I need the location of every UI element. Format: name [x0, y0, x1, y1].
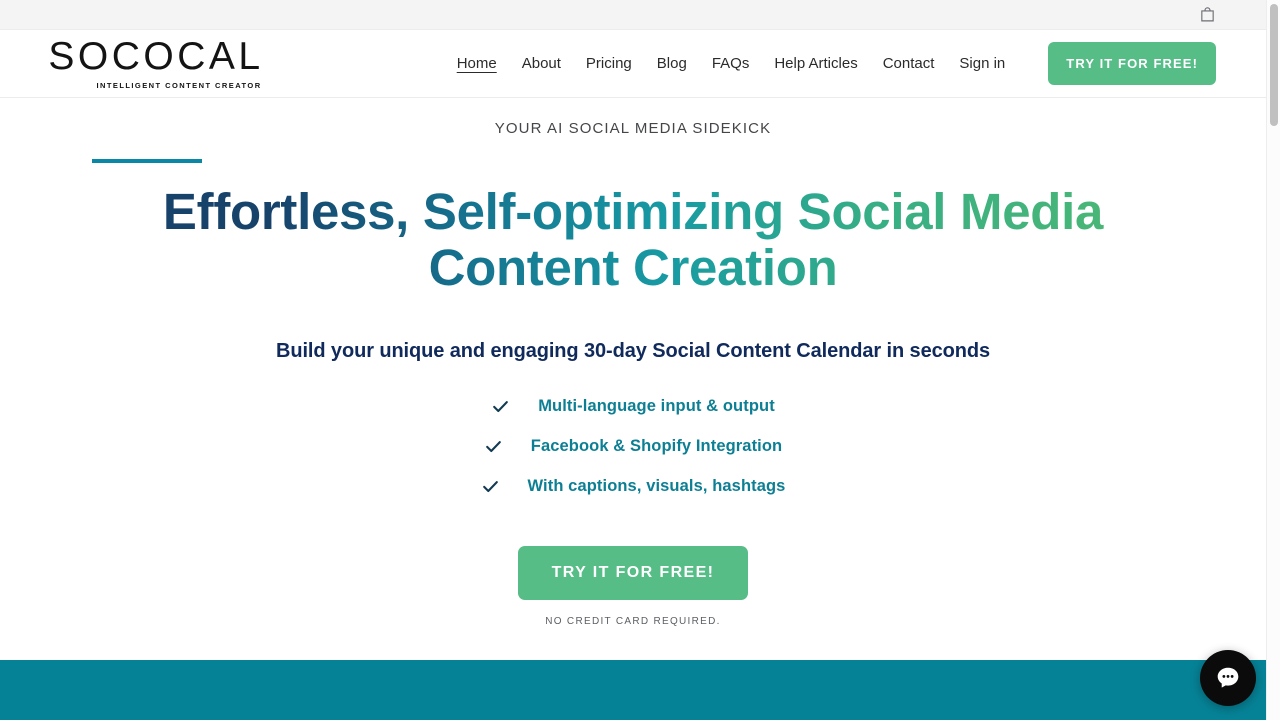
- header-try-free-button[interactable]: TRY IT FOR FREE!: [1048, 42, 1216, 85]
- nav-item-sign-in[interactable]: Sign in: [959, 55, 1005, 72]
- nav-item-home[interactable]: Home: [457, 55, 497, 72]
- check-icon: [481, 477, 500, 496]
- main-navigation: Home About Pricing Blog FAQs Help Articl…: [457, 42, 1216, 85]
- feature-item: Multi-language input & output: [491, 397, 775, 416]
- nav-item-faqs[interactable]: FAQs: [712, 55, 750, 72]
- hero-section: YOUR AI SOCIAL MEDIA SIDEKICK Effortless…: [0, 98, 1266, 627]
- hero-title: Effortless, Self-optimizing Social Media…: [88, 184, 1178, 296]
- feature-item: With captions, visuals, hashtags: [481, 477, 786, 496]
- hero-cta-area: TRY IT FOR FREE! NO CREDIT CARD REQUIRED…: [0, 546, 1266, 627]
- nav-item-contact[interactable]: Contact: [883, 55, 935, 72]
- feature-label: With captions, visuals, hashtags: [527, 477, 786, 495]
- utility-bar: [0, 0, 1266, 30]
- hero-eyebrow: YOUR AI SOCIAL MEDIA SIDEKICK: [494, 120, 772, 137]
- brand-logo[interactable]: SOCOCAL INTELLIGENT CONTENT CREATOR: [48, 35, 264, 90]
- scrollbar-thumb[interactable]: [1270, 4, 1278, 126]
- nav-item-blog[interactable]: Blog: [657, 55, 687, 72]
- page-scrollbar[interactable]: [1266, 0, 1280, 720]
- shopping-bag-icon[interactable]: [1196, 4, 1218, 26]
- hero-accent-rule: [92, 159, 202, 163]
- chat-launcher-button[interactable]: [1200, 650, 1256, 706]
- nav-item-help-articles[interactable]: Help Articles: [774, 55, 857, 72]
- hero-subtitle: Build your unique and engaging 30-day So…: [275, 340, 990, 362]
- hero-try-free-button[interactable]: TRY IT FOR FREE!: [517, 546, 749, 600]
- nav-item-about[interactable]: About: [522, 55, 561, 72]
- feature-item: Facebook & Shopify Integration: [484, 437, 782, 456]
- no-credit-card-note: NO CREDIT CARD REQUIRED.: [545, 616, 721, 627]
- feature-label: Multi-language input & output: [538, 397, 775, 415]
- site-header: SOCOCAL INTELLIGENT CONTENT CREATOR Home…: [0, 30, 1266, 98]
- check-icon: [484, 437, 503, 456]
- nav-item-pricing[interactable]: Pricing: [586, 55, 632, 72]
- brand-tagline: INTELLIGENT CONTENT CREATOR: [96, 81, 262, 90]
- chat-bubble-icon: [1213, 663, 1243, 693]
- feature-label: Facebook & Shopify Integration: [530, 437, 783, 455]
- hero-feature-list: Multi-language input & output Facebook &…: [0, 397, 1266, 496]
- teal-section-band: [0, 660, 1266, 720]
- check-icon: [491, 397, 510, 416]
- page-root: SOCOCAL INTELLIGENT CONTENT CREATOR Home…: [0, 0, 1266, 720]
- brand-wordmark: SOCOCAL: [48, 35, 264, 78]
